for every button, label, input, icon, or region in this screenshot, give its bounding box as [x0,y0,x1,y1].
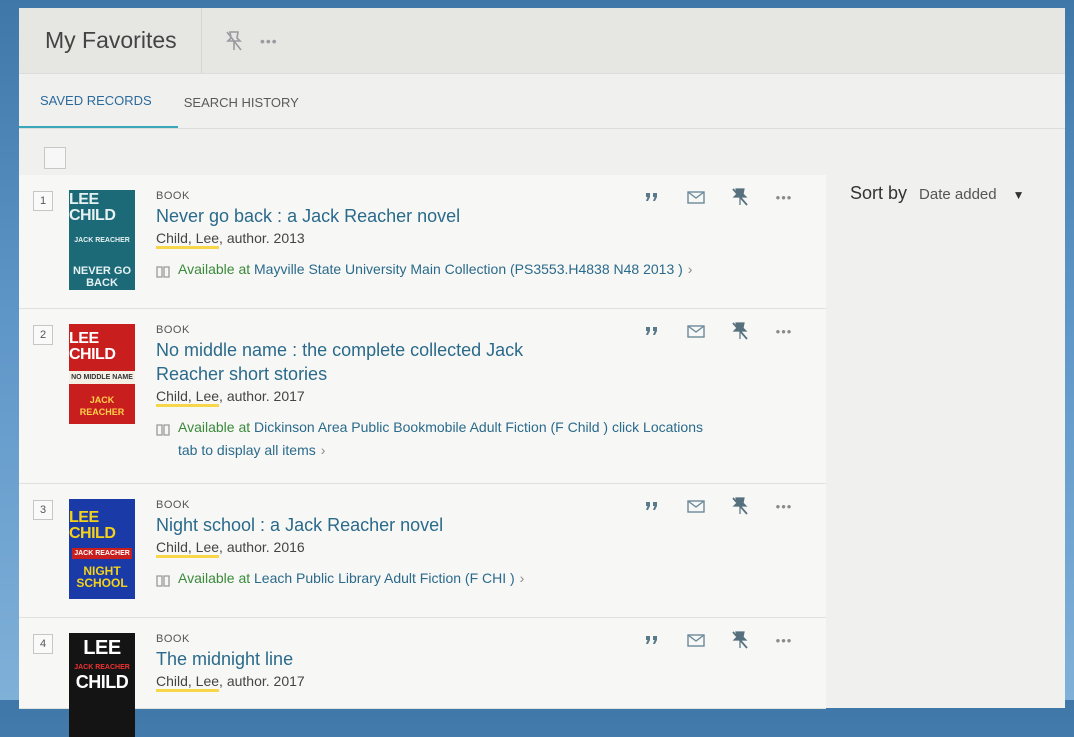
mail-icon[interactable] [674,324,718,338]
quote-icon[interactable] [630,501,674,511]
record-type: BOOK [156,190,190,202]
cover-author: LEE CHILD [69,190,116,224]
record-author: Child, Lee, author. 2017 [156,673,706,692]
record-number[interactable]: 1 [33,191,53,211]
cover-subtitle: JACK REACHER [74,236,130,244]
unpin-icon[interactable] [718,630,762,650]
availability-status: Available at [178,570,255,586]
record-title-link[interactable]: The midnight line [156,647,706,671]
book-cover[interactable]: LEE CHILD JACK REACHER NEVER GO BACK [69,190,135,290]
book-icon [156,571,170,594]
record-number[interactable]: 2 [33,325,53,345]
record-actions: ••• [630,630,806,650]
tab-search-history[interactable]: SEARCH HISTORY [178,76,320,128]
author-details: , author. 2013 [219,230,305,246]
page-title: My Favorites [19,8,202,73]
chevron-right-icon: › [687,261,693,277]
list-item: 3 LEE CHILD JACK REACHER NIGHT SCHOOL BO… [19,484,826,618]
mail-icon[interactable] [674,499,718,513]
author-details: , author. 2016 [219,539,305,555]
author-link[interactable]: Child, Lee [156,230,220,249]
record-author: Child, Lee, author. 2016 [156,539,706,558]
author-details: , author. 2017 [219,388,305,404]
cover-author: LEE CHILD [69,508,116,542]
author-details: , author. 2017 [219,673,305,689]
record-actions: ••• [630,321,806,341]
availability-location: Dickinson Area Public Bookmobile Adult F… [178,419,703,458]
cover-title: NIGHT SCHOOL [76,563,128,590]
more-options-icon[interactable]: ••• [260,33,278,49]
more-icon[interactable]: ••• [762,324,806,339]
cover-author: LEE [83,637,121,659]
author-link[interactable]: Child, Lee [156,388,220,407]
cover-subtitle: NO MIDDLE NAME [69,370,135,384]
favorites-header: My Favorites ••• [19,8,1065,74]
tab-saved-records[interactable]: SAVED RECORDS [19,74,178,128]
sort-select[interactable]: Date added [919,186,997,203]
availability-status: Available at [178,419,255,435]
record-author: Child, Lee, author. 2013 [156,230,706,249]
availability-line[interactable]: Available at Mayville State University M… [156,258,706,281]
record-title-link[interactable]: Never go back : a Jack Reacher novel [156,204,706,228]
availability-line[interactable]: Available at Leach Public Library Adult … [156,567,706,590]
unpin-icon[interactable] [718,321,762,341]
book-cover[interactable]: LEE CHILD NO MIDDLE NAME JACK REACHER [69,324,135,424]
cover-title: CHILD [75,672,129,692]
record-title-link[interactable]: Night school : a Jack Reacher novel [156,513,706,537]
select-all-checkbox[interactable] [44,147,66,169]
availability-status: Available at [178,261,255,277]
cover-subtitle: JACK REACHER [72,547,132,559]
chevron-right-icon: › [519,570,525,586]
more-icon[interactable]: ••• [762,190,806,205]
record-actions: ••• [630,187,806,207]
list-item: 2 LEE CHILD NO MIDDLE NAME JACK REACHER … [19,309,826,484]
quote-icon[interactable] [630,326,674,336]
book-icon [156,420,170,443]
list-item: 4 LEE JACK REACHER CHILD BOOK The midnig… [19,618,826,737]
availability-location: Leach Public Library Adult Fiction (F CH… [254,570,515,586]
more-icon[interactable]: ••• [762,633,806,648]
quote-icon[interactable] [630,635,674,645]
cover-subtitle: JACK REACHER [74,664,130,671]
unpin-icon[interactable] [224,30,244,52]
caret-down-icon[interactable]: ▼ [1013,188,1025,202]
sort-label: Sort by [850,183,908,203]
mail-icon[interactable] [674,633,718,647]
cover-author: LEE CHILD [69,329,116,363]
record-title-link[interactable]: No middle name : the complete collected … [156,338,556,386]
book-icon [156,262,170,285]
cover-title: NEVER GO BACK [72,264,132,289]
availability-line[interactable]: Available at Dickinson Area Public Bookm… [156,416,718,462]
record-number[interactable]: 4 [33,634,53,654]
record-list: 1 LEE CHILD JACK REACHER NEVER GO BACK B… [19,175,826,737]
record-number[interactable]: 3 [33,500,53,520]
record-actions: ••• [630,496,806,516]
record-type: BOOK [156,324,190,336]
record-body: BOOK The midnight line Child, Lee, autho… [156,618,826,692]
chevron-right-icon: › [320,442,326,458]
author-link[interactable]: Child, Lee [156,539,220,558]
tab-bar: SAVED RECORDS SEARCH HISTORY [19,74,1065,129]
mail-icon[interactable] [674,190,718,204]
record-author: Child, Lee, author. 2017 [156,388,706,407]
cover-title: JACK REACHER [79,394,125,417]
unpin-icon[interactable] [718,187,762,207]
book-cover[interactable]: LEE JACK REACHER CHILD [69,633,135,737]
record-type: BOOK [156,633,190,645]
sort-control[interactable]: Sort by Date added ▼ [850,183,1025,204]
author-link[interactable]: Child, Lee [156,673,220,692]
unpin-icon[interactable] [718,496,762,516]
list-item: 1 LEE CHILD JACK REACHER NEVER GO BACK B… [19,175,826,309]
availability-location: Mayville State University Main Collectio… [254,261,683,277]
quote-icon[interactable] [630,192,674,202]
book-cover[interactable]: LEE CHILD JACK REACHER NIGHT SCHOOL [69,499,135,599]
more-icon[interactable]: ••• [762,499,806,514]
record-type: BOOK [156,499,190,511]
